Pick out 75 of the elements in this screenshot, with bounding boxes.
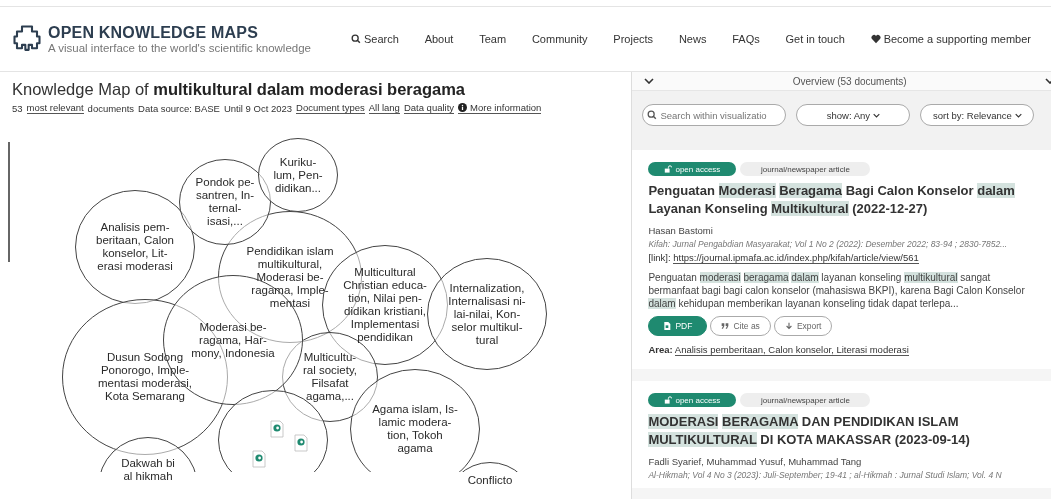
meta-text: documents (87, 102, 135, 114)
cite-button[interactable]: Cite as (710, 316, 771, 336)
topic-bubble[interactable] (427, 258, 547, 370)
paper-authors: Hasan Bastomi (648, 225, 714, 236)
document-icon[interactable] (294, 434, 308, 452)
topic-label: Dakwah bi al hikmah (121, 457, 175, 483)
topic-label: Dusun Sodong Ponorogo, Imple- mentasi moderasi, Kota Semarang (98, 351, 192, 403)
nav-link[interactable]: Become a supporting member (870, 33, 1031, 45)
paper-journal: Kifah: Jurnal Pengabdian Masyarakat; Vol 1 No 2 (2022): Desember 2022; 83-94 ; 2830-7852... (648, 239, 1009, 249)
area-link[interactable]: Analisis pemberitaan, Calon konselor, Literasi moderasi (674, 344, 909, 356)
chevron-down-icon (1014, 112, 1022, 118)
meta-link[interactable]: most relevant (26, 102, 84, 114)
overview-label: Overview (53 documents) (791, 75, 908, 87)
filter-dropdown[interactable]: sort by: Relevance (920, 104, 1035, 126)
meta-text: Data source: BASE (138, 102, 220, 114)
meta-link[interactable]: Data quality (403, 102, 455, 114)
topic-bubble[interactable] (75, 190, 195, 304)
paper-journal: Al-Hikmah; Vol 4 No 3 (2023): Juli-September; 19-41 ; al-Hikmah : Jurnal Studi Islam; Vol. 4 N (648, 470, 1003, 480)
unlock-icon (664, 165, 673, 173)
topic-bubble[interactable] (179, 159, 271, 245)
area-label: Area: (648, 344, 673, 355)
nav-link[interactable]: Search (351, 33, 399, 45)
meta-text: Until 9 Oct 2023 (223, 102, 293, 114)
document-icon[interactable] (252, 450, 266, 468)
document-icon (663, 322, 672, 330)
topic-bubble[interactable] (98, 437, 198, 472)
info-icon (458, 103, 468, 112)
topic-label: Moderasi be- ragama, Har- mony, Indonesia (191, 320, 275, 360)
info-link[interactable]: More information (458, 102, 542, 114)
chevron-down-icon (873, 112, 881, 118)
filter-dropdown[interactable]: show: Any (796, 104, 911, 126)
nav-link[interactable]: Projects (613, 33, 654, 45)
document-type-badge: journal/newspaper article (740, 162, 871, 176)
nav-link[interactable]: News (678, 33, 707, 45)
topic-label: Multicultu- ral society, Filsafat agama,... (302, 351, 358, 403)
link-label: [link]: (648, 252, 671, 263)
nav-link[interactable]: Community (531, 33, 588, 45)
topic-label: Pondok pe- santren, In- ternal- isasi,... (195, 176, 255, 228)
topic-label: Conflicto (467, 474, 513, 487)
open-access-badge: open access (648, 162, 737, 176)
nav-link[interactable]: Team (479, 33, 507, 45)
export-button[interactable]: Export (773, 316, 833, 336)
topic-label: Multicultural Christian educa- tion, Nilai pen- didikan kristiani, Implementasi pendidikan (343, 266, 427, 344)
heart-icon (870, 34, 881, 44)
logo-icon (12, 24, 42, 54)
topic-label: Internalization, Internalisasi ni- lai-nilai, Kon- selor multikul- tural (448, 281, 526, 347)
logo-subtitle: A visual interface to the world's scientific knowledge (48, 42, 311, 54)
document-icon[interactable] (270, 420, 284, 438)
paper-title[interactable]: MODERASI BERAGAMA DAN PENDIDIKAN ISLAM MULTIKULTURAL DI KOTA MAKASSAR (2023-09-14) (648, 413, 1035, 449)
logo-title[interactable]: OPEN KNOWLEDGE MAPS (48, 24, 311, 42)
pdf-button[interactable]: PDF (648, 316, 708, 336)
download-arrow-icon (784, 322, 793, 330)
document-type-badge: journal/newspaper article (740, 393, 871, 407)
search-field[interactable]: Search within visualizatio (642, 104, 787, 126)
quote-icon (721, 322, 730, 330)
paper-link[interactable]: https://journal.ipmafa.ac.id/index.php/kifah/article/view/561 (673, 252, 919, 264)
paper-authors: Fadli Syarief, Muhammad Yusuf, Muhammad Tang (648, 456, 863, 467)
nav-link[interactable]: About (424, 33, 454, 45)
topic-label: Kuriku- lum, Pen- didikan... (273, 155, 323, 195)
paper-abstract: Penguatan moderasi beragama dalam layanan konseling multikultural sangat bermanfaat bagi bagi calon konselor (mahasiswa BKPI), karena Bagi Calon Konselor dalam kehidupan memberikan layanan konseling tidak dapat terlepa... (648, 271, 1026, 310)
meta-text: 53 (12, 102, 23, 114)
topic-bubble[interactable] (258, 138, 338, 212)
paper-title[interactable]: Penguatan Moderasi Beragama Bagi Calon Konselor dalam Layanan Konseling Multikultural (2022-12-27) (648, 182, 1035, 218)
topic-label: Analisis pem- beritaan, Calon konselor, Lit- erasi moderasi (96, 221, 174, 273)
nav-link[interactable]: FAQs (732, 33, 760, 45)
search-icon (647, 110, 658, 120)
meta-link[interactable]: Document types (296, 102, 365, 114)
meta-link[interactable]: All lang (368, 102, 400, 114)
open-access-badge: open access (648, 393, 737, 407)
unlock-icon (664, 396, 673, 404)
nav-link[interactable]: Get in touch (785, 33, 845, 45)
map-title: Knowledge Map of multikultural dalam moderasi beragama (12, 80, 467, 99)
topic-label: Agama islam, Is- lamic modera- tion, Tokoh agama (372, 403, 458, 455)
chevron-down-icon[interactable] (644, 78, 655, 84)
search-icon (351, 34, 361, 44)
